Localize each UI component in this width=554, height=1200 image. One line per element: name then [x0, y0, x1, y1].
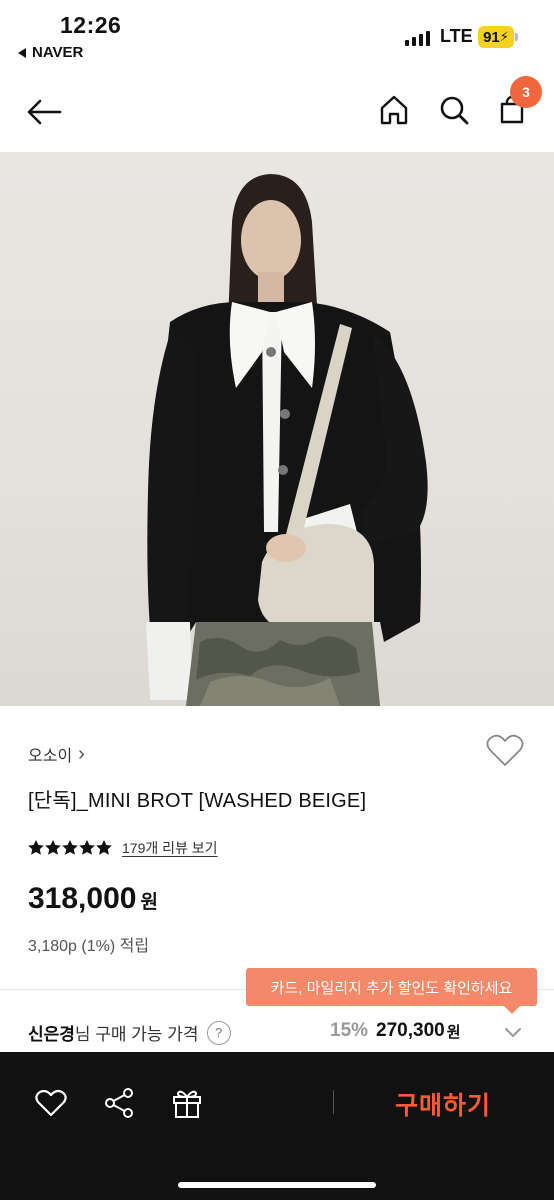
- member-name: 신은경: [28, 1025, 75, 1044]
- back-app-label: NAVER: [32, 44, 84, 61]
- share-icon[interactable]: [102, 1086, 136, 1120]
- search-icon[interactable]: [436, 92, 472, 128]
- brand-link[interactable]: 오소이 ›: [28, 742, 85, 766]
- status-bar: 12:26 NAVER LTE 91 ⚡: [0, 0, 554, 76]
- product-image[interactable]: [0, 152, 554, 706]
- signal-icon: [405, 30, 430, 46]
- star-rating: [28, 840, 112, 856]
- chevron-right-icon: ›: [78, 742, 85, 765]
- battery-icon: 91 ⚡: [478, 26, 518, 48]
- chevron-down-icon[interactable]: [504, 1026, 522, 1044]
- network-type: LTE: [440, 26, 473, 46]
- model-photo: [146, 174, 428, 706]
- home-indicator[interactable]: [178, 1182, 376, 1188]
- member-price-unit: 원: [446, 1023, 461, 1041]
- wishlist-heart-icon[interactable]: [486, 734, 524, 773]
- back-arrow-icon[interactable]: [24, 94, 64, 130]
- buy-button[interactable]: 구매하기: [360, 1084, 526, 1124]
- help-icon[interactable]: ?: [206, 1020, 231, 1045]
- points-text: 3,180p (1%) 적립: [28, 938, 150, 955]
- bottom-action-bar: [0, 1052, 554, 1200]
- price: 318,000 원: [28, 882, 158, 916]
- gift-icon[interactable]: [170, 1086, 204, 1120]
- price-unit: 원: [140, 892, 158, 913]
- heart-icon[interactable]: [34, 1086, 68, 1120]
- product-title: [단독]_MINI BROT [WASHED BEIGE]: [28, 790, 367, 812]
- price-number: 318,000: [28, 882, 137, 915]
- member-price-label: 신은경 님 구매 가능 가격 ?: [28, 1020, 231, 1045]
- app-header: [0, 76, 554, 152]
- back-triangle-icon: [18, 47, 26, 58]
- member-price[interactable]: 15% 270,300 원: [330, 1020, 461, 1042]
- member-price-amount: 270,300: [376, 1020, 445, 1041]
- bottom-divider: [333, 1090, 334, 1114]
- home-icon[interactable]: [376, 92, 412, 128]
- clock: 12:26: [60, 12, 122, 38]
- brand-name: 오소이: [28, 748, 73, 765]
- rating-row: 179개 리뷰 보기: [28, 838, 218, 858]
- member-label: 님 구매 가능 가격: [74, 1025, 199, 1044]
- battery-level: 91: [483, 28, 500, 46]
- review-link[interactable]: 179개 리뷰 보기: [122, 838, 218, 858]
- discount-percent: 15%: [330, 1020, 369, 1041]
- discount-tooltip[interactable]: 카드, 마일리지 추가 할인도 확인하세요: [246, 968, 537, 1014]
- back-to-app-button[interactable]: NAVER: [18, 44, 83, 61]
- cart-count-badge: 3: [510, 76, 542, 108]
